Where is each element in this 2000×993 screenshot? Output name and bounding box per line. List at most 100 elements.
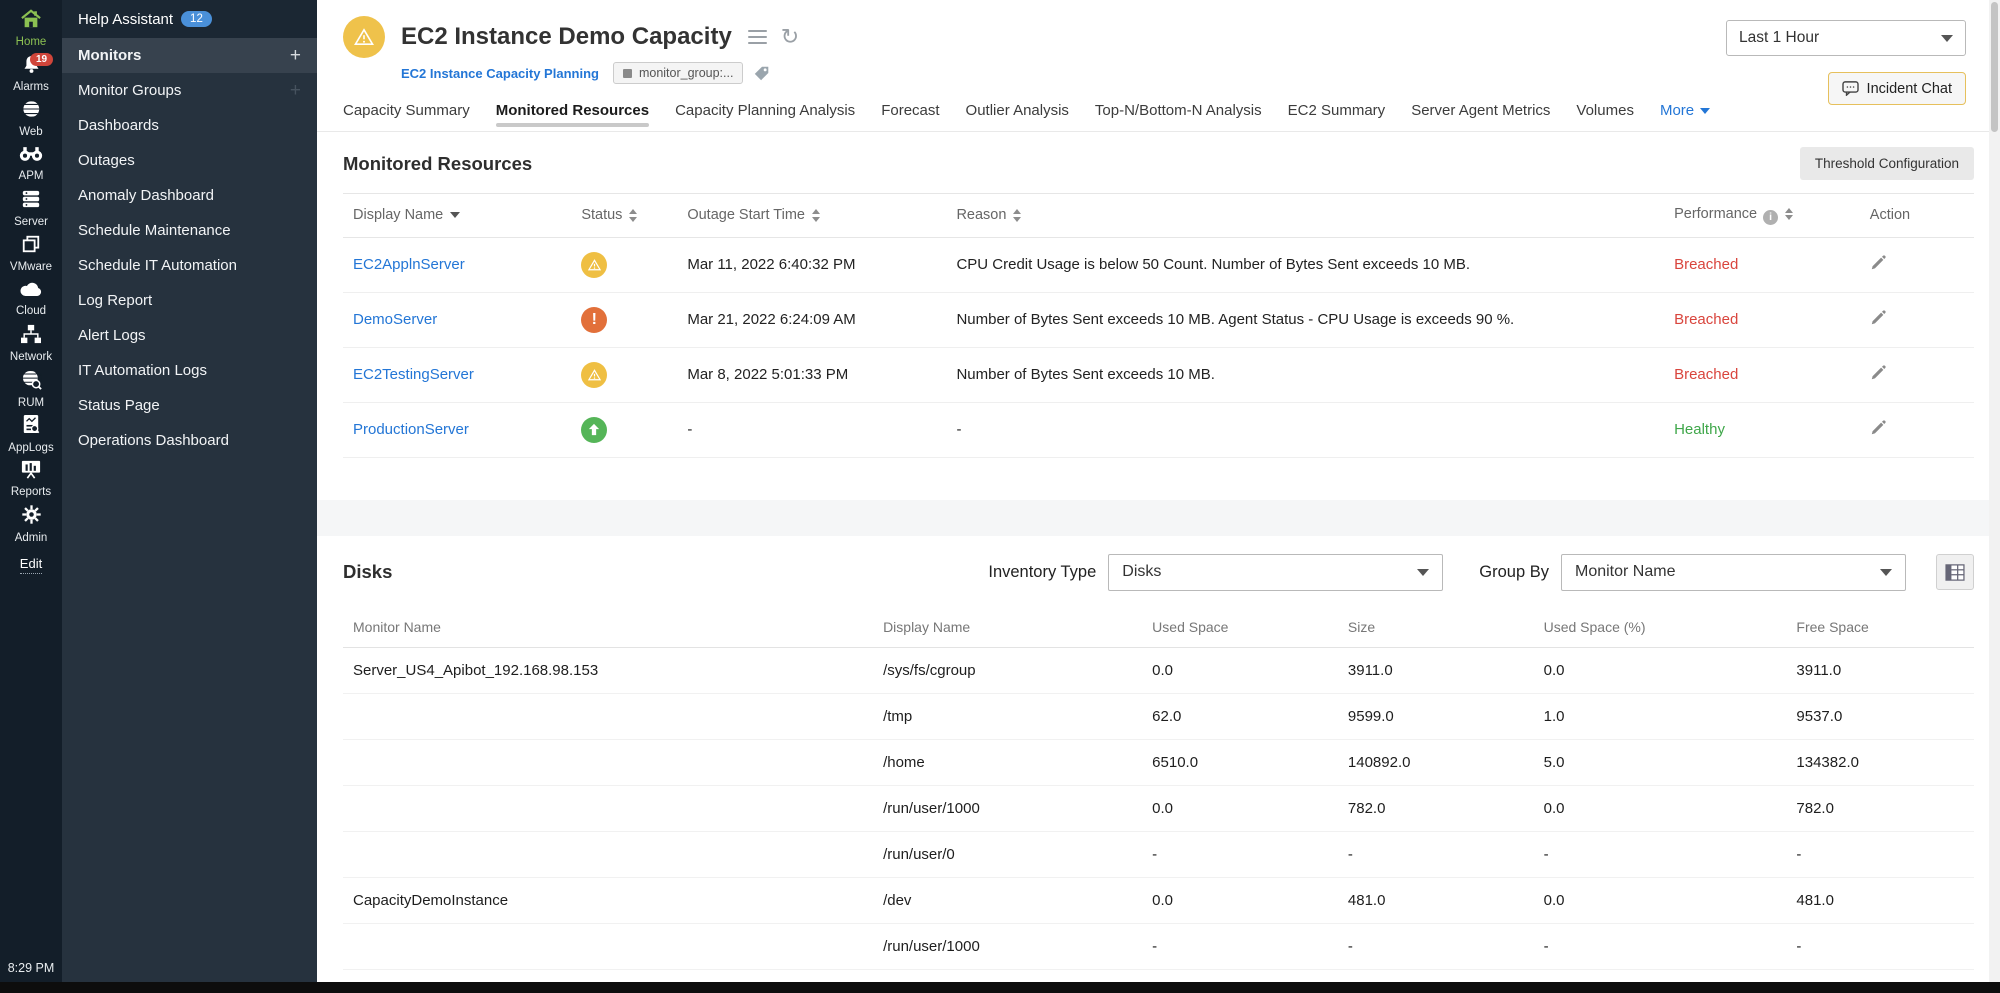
rail-item-cloud[interactable]: Cloud xyxy=(0,276,62,321)
free-space: - xyxy=(1786,831,1974,877)
column-header-display-name[interactable]: Display Name xyxy=(343,194,571,238)
time-range-dropdown[interactable]: Last 1 Hour xyxy=(1726,20,1966,56)
column-header-reason[interactable]: Reason xyxy=(946,194,1664,238)
vertical-scrollbar[interactable] xyxy=(1989,0,2000,993)
tab-top-n-bottom-n-analysis[interactable]: Top-N/Bottom-N Analysis xyxy=(1095,102,1262,131)
sidebar-item-status-page[interactable]: Status Page xyxy=(62,388,317,423)
info-icon[interactable]: i xyxy=(1763,210,1778,225)
refresh-icon[interactable]: ↻ xyxy=(781,26,799,48)
tab-volumes[interactable]: Volumes xyxy=(1576,102,1634,131)
rail-item-admin[interactable]: Admin xyxy=(0,501,62,546)
rail-edit-link[interactable]: Edit xyxy=(20,556,42,574)
inventory-type-dropdown[interactable]: Disks xyxy=(1108,554,1443,591)
size: 782.0 xyxy=(1338,785,1534,831)
status-warning-icon xyxy=(581,252,607,278)
sidebar-item-operations-dashboard[interactable]: Operations Dashboard xyxy=(62,423,317,458)
rail-item-home[interactable]: Home xyxy=(0,6,62,51)
rail-item-alarms[interactable]: 19 Alarms xyxy=(0,51,62,96)
sidebar-item-monitors[interactable]: Monitors + xyxy=(62,38,317,73)
sidebar-item-label: IT Automation Logs xyxy=(78,362,207,379)
column-header-status[interactable]: Status xyxy=(571,194,677,238)
column-header-performance[interactable]: Performancei xyxy=(1664,194,1860,238)
rail-item-apm[interactable]: APM xyxy=(0,141,62,186)
disks-panel: Disks Inventory Type Disks Group By Moni… xyxy=(317,536,2000,993)
help-assistant-badge: 12 xyxy=(181,11,212,27)
tab-capacity-planning-analysis[interactable]: Capacity Planning Analysis xyxy=(675,102,855,131)
sidebar-item-dashboards[interactable]: Dashboards xyxy=(62,108,317,143)
sidebar-item-alert-logs[interactable]: Alert Logs xyxy=(62,318,317,353)
column-header-used-space: Used Space xyxy=(1142,607,1338,648)
tab-bar: Capacity Summary Monitored Resources Cap… xyxy=(317,84,2000,131)
monitor-link[interactable]: EC2ApplnServer xyxy=(353,256,465,273)
rail-item-vmware[interactable]: VMware xyxy=(0,231,62,276)
table-row: /run/user/1000 0.0 782.0 0.0 782.0 xyxy=(343,785,1974,831)
rail-item-network[interactable]: Network xyxy=(0,321,62,366)
rail-label: Reports xyxy=(11,486,51,498)
table-grid-icon xyxy=(1945,564,1965,581)
sidebar-item-label: Alert Logs xyxy=(78,327,146,344)
tag-icon[interactable] xyxy=(753,64,771,82)
reason-text: Number of Bytes Sent exceeds 10 MB. xyxy=(946,347,1664,402)
column-header-outage-start-time[interactable]: Outage Start Time xyxy=(677,194,946,238)
used-space: - xyxy=(1142,923,1338,969)
monitored-resources-table: Display Name Status Outage Start Time Re… xyxy=(343,193,1974,458)
help-assistant-label: Help Assistant xyxy=(78,11,173,28)
sidebar-item-label: Status Page xyxy=(78,397,160,414)
rail-item-rum[interactable]: RUM xyxy=(0,366,62,411)
plus-icon[interactable]: + xyxy=(290,80,301,102)
tab-ec2-summary[interactable]: EC2 Summary xyxy=(1288,102,1386,131)
rail-item-applogs[interactable]: AppLogs xyxy=(0,411,62,456)
monitor-group-tag-chip[interactable]: monitor_group:... xyxy=(613,62,744,84)
sidebar-item-monitor-groups[interactable]: Monitor Groups + xyxy=(62,73,317,108)
threshold-configuration-button[interactable]: Threshold Configuration xyxy=(1800,147,1974,180)
sidebar-item-outages[interactable]: Outages xyxy=(62,143,317,178)
inventory-type-value: Disks xyxy=(1122,563,1161,581)
scrollbar-thumb[interactable] xyxy=(1991,2,1998,132)
sidebar-item-help-assistant[interactable]: Help Assistant 12 xyxy=(62,0,317,38)
edit-pencil-icon[interactable] xyxy=(1870,420,1886,436)
monitor-link[interactable]: EC2TestingServer xyxy=(353,366,474,383)
used-space: 0.0 xyxy=(1142,647,1338,693)
sidebar-item-label: Dashboards xyxy=(78,117,159,134)
rail-item-web[interactable]: Web xyxy=(0,96,62,141)
column-chooser-button[interactable] xyxy=(1936,554,1974,590)
breadcrumb[interactable]: EC2 Instance Capacity Planning xyxy=(401,66,599,81)
size: 481.0 xyxy=(1338,877,1534,923)
sort-icon xyxy=(629,209,637,222)
tab-more[interactable]: More xyxy=(1660,102,1710,131)
monitor-name: CapacityDemoInstance xyxy=(343,877,873,923)
sidebar-item-log-report[interactable]: Log Report xyxy=(62,283,317,318)
free-space: 3911.0 xyxy=(1786,647,1974,693)
sidebar-item-schedule-it-automation[interactable]: Schedule IT Automation xyxy=(62,248,317,283)
free-space: 782.0 xyxy=(1786,785,1974,831)
tab-capacity-summary[interactable]: Capacity Summary xyxy=(343,102,470,131)
binoculars-icon xyxy=(19,145,43,168)
tab-monitored-resources[interactable]: Monitored Resources xyxy=(496,102,649,131)
incident-chat-button[interactable]: Incident Chat xyxy=(1828,72,1966,105)
edit-pencil-icon[interactable] xyxy=(1870,310,1886,326)
sidebar-item-anomaly-dashboard[interactable]: Anomaly Dashboard xyxy=(62,178,317,213)
sidebar-item-schedule-maintenance[interactable]: Schedule Maintenance xyxy=(62,213,317,248)
more-label: More xyxy=(1660,102,1694,119)
group-by-dropdown[interactable]: Monitor Name xyxy=(1561,554,1906,591)
performance-status: Breached xyxy=(1674,366,1738,383)
edit-pencil-icon[interactable] xyxy=(1870,365,1886,381)
performance-status: Healthy xyxy=(1674,421,1725,438)
tab-server-agent-metrics[interactable]: Server Agent Metrics xyxy=(1411,102,1550,131)
rail-label: AppLogs xyxy=(8,442,53,454)
rail-label: APM xyxy=(19,170,44,182)
column-header-action: Action xyxy=(1860,194,1974,238)
applogs-document-icon xyxy=(22,414,40,440)
hamburger-menu-icon[interactable] xyxy=(748,26,767,48)
edit-pencil-icon[interactable] xyxy=(1870,255,1886,271)
disks-table: Monitor Name Display Name Used Space Siz… xyxy=(343,607,1974,993)
rail-item-server[interactable]: Server xyxy=(0,186,62,231)
sidebar-item-it-automation-logs[interactable]: IT Automation Logs xyxy=(62,353,317,388)
status-critical-icon: ! xyxy=(581,307,607,333)
tab-outlier-analysis[interactable]: Outlier Analysis xyxy=(966,102,1069,131)
monitor-link[interactable]: DemoServer xyxy=(353,311,437,328)
rail-item-reports[interactable]: Reports xyxy=(0,456,62,501)
tab-forecast[interactable]: Forecast xyxy=(881,102,939,131)
monitor-link[interactable]: ProductionServer xyxy=(353,421,469,438)
plus-icon[interactable]: + xyxy=(290,45,301,67)
